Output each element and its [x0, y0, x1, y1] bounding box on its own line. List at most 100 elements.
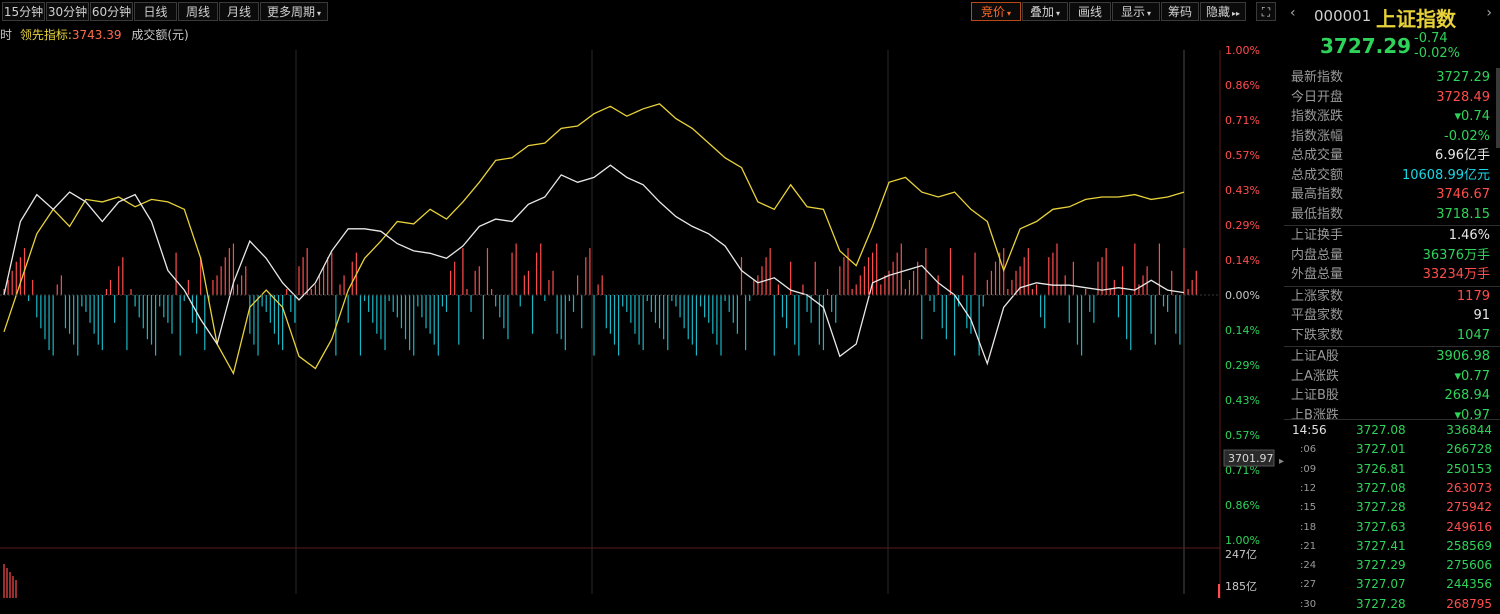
stat-label: 上证A股 — [1291, 349, 1339, 364]
stat-row: 总成交额 10608.99亿元 — [1284, 166, 1500, 185]
expand-icon[interactable]: ⛶ — [1256, 2, 1276, 21]
tick-time: :21 — [1300, 540, 1317, 552]
stat-row: 上证A股 3906.98 — [1284, 347, 1500, 366]
period-button-label: 更多周期 — [266, 5, 315, 19]
stat-value: ▾0.74 — [1454, 109, 1490, 124]
stat-label: 上证换手 — [1291, 228, 1344, 243]
intraday-chart-area[interactable]: 1.00% 0.86% 0.71% 0.57% 0.43% 0.29% 0.14% 0.00%… — [0, 44, 1280, 598]
stat-value: -0.02% — [1444, 128, 1490, 144]
tick-row: :15 3727.28 275942 — [1284, 498, 1500, 517]
legend-indicator-value: 3743.39 — [71, 28, 122, 42]
y-tick-label: 0.29% — [1225, 359, 1260, 372]
stat-row: 上证B股 268.94 — [1284, 386, 1500, 405]
tick-price: 3727.07 — [1356, 577, 1406, 592]
tool-button-label: 筹码 — [1167, 5, 1192, 19]
stat-value: 1179 — [1456, 288, 1490, 304]
period-button-2[interactable]: 60分钟 — [90, 2, 133, 21]
price-block: 3727.29 -0.74 -0.02% — [1284, 30, 1500, 64]
chevron-down-icon: ▾ — [1056, 9, 1061, 18]
y-tick-label: 0.43% — [1225, 394, 1260, 407]
period-button-6[interactable]: 更多周期 ▾ — [260, 2, 328, 21]
quote-panel: ‹ 000001 上证指数 › 3727.29 -0.74 -0.02% 最新指… — [1284, 0, 1500, 611]
tick-row: 14:56 3727.08 336844 — [1284, 421, 1500, 440]
tick-row: :12 3727.08 263073 — [1284, 479, 1500, 498]
stat-row: 最低指数 3718.15 — [1284, 205, 1500, 224]
stat-label: 上A涨跌 — [1291, 368, 1339, 384]
tick-row: :18 3727.63 249616 — [1284, 518, 1500, 537]
tool-button-0[interactable]: 竞价 ▾ — [971, 2, 1021, 21]
stat-label: 上证B股 — [1291, 388, 1339, 403]
current-price: 3727.29 — [1320, 34, 1412, 58]
tick-row: :06 3727.01 266728 — [1284, 440, 1500, 459]
panel-header: ‹ 000001 上证指数 › — [1284, 0, 1500, 31]
period-button-label: 日线 — [143, 5, 168, 19]
period-button-0[interactable]: 15分钟 — [2, 2, 45, 21]
stat-value: 10608.99亿元 — [1401, 167, 1490, 183]
period-button-3[interactable]: 日线 — [134, 2, 177, 21]
stat-row: 今日开盘 3728.49 — [1284, 88, 1500, 107]
tick-volume: 263073 — [1446, 480, 1492, 495]
tool-button-label: 竞价 — [980, 5, 1005, 19]
stat-value: 6.96亿手 — [1435, 148, 1490, 163]
period-button-label: 15分钟 — [3, 5, 44, 19]
stat-row: 最新指数 3727.29 — [1284, 68, 1500, 87]
stat-label: 上涨家数 — [1291, 288, 1344, 304]
panel-collapse-handle[interactable]: ▸ — [1279, 452, 1285, 472]
tick-price: 3726.81 — [1356, 461, 1406, 476]
tick-volume: 244356 — [1446, 577, 1492, 592]
tick-time: 14:56 — [1292, 423, 1327, 437]
stat-value: 33234万手 — [1422, 267, 1490, 282]
tool-button-4[interactable]: 筹码 — [1161, 2, 1199, 21]
tick-volume: 250153 — [1446, 461, 1492, 476]
tick-time: :27 — [1300, 579, 1317, 591]
stat-value: 3906.98 — [1436, 349, 1490, 364]
stat-label: 外盘总量 — [1291, 267, 1344, 282]
stat-label: 最新指数 — [1291, 70, 1344, 85]
tick-volume: 249616 — [1446, 519, 1492, 534]
tick-volume: 266728 — [1446, 442, 1492, 457]
intraday-chart[interactable]: 1.00% 0.86% 0.71% 0.57% 0.43% 0.29% 0.14% 0.00%… — [0, 44, 1280, 598]
price-change-pct: -0.02% — [1414, 46, 1460, 61]
stat-row: 上A涨跌 ▾0.77 — [1284, 367, 1500, 386]
price-change: -0.74 — [1414, 31, 1448, 46]
tick-volume: 275606 — [1446, 558, 1492, 573]
stat-row: 最高指数 3746.67 — [1284, 185, 1500, 204]
prev-arrow-icon[interactable]: ‹ — [1290, 5, 1296, 21]
stat-row: 平盘家数 91 — [1284, 306, 1500, 325]
period-button-label: 30分钟 — [47, 5, 88, 19]
tick-volume: 336844 — [1446, 423, 1492, 437]
volume-axis-label: 185亿 — [1225, 580, 1257, 593]
tick-volume: 258569 — [1446, 538, 1492, 553]
stat-label: 内盘总量 — [1291, 247, 1344, 263]
stat-label: 平盘家数 — [1291, 308, 1344, 323]
tick-time: :24 — [1300, 560, 1317, 572]
y-tick-label: 0.43% — [1225, 184, 1260, 197]
stat-value: 1.46% — [1448, 228, 1490, 243]
index-code: 000001 — [1314, 7, 1372, 25]
tool-button-2[interactable]: 画线 — [1069, 2, 1111, 21]
y-tick-label: 0.71% — [1225, 114, 1260, 127]
stat-value: 3746.67 — [1436, 187, 1490, 202]
panel-scrollbar[interactable] — [1496, 68, 1500, 148]
y-tick-label: 0.29% — [1225, 219, 1260, 232]
stat-label: 指数涨幅 — [1291, 128, 1344, 144]
stat-row: 总成交量 6.96亿手 — [1284, 146, 1500, 165]
period-button-1[interactable]: 30分钟 — [46, 2, 89, 21]
tool-button-3[interactable]: 显示 ▾ — [1112, 2, 1160, 21]
tool-button-5[interactable]: 隐藏 ▸▸ — [1200, 2, 1246, 21]
period-button-5[interactable]: 月线 — [219, 2, 259, 21]
period-button-4[interactable]: 周线 — [178, 2, 218, 21]
y-tick-label: 0.86% — [1225, 499, 1260, 512]
tick-price: 3727.63 — [1356, 519, 1406, 534]
next-arrow-icon[interactable]: › — [1486, 5, 1492, 21]
tool-button-1[interactable]: 叠加 ▾ — [1022, 2, 1068, 21]
stat-row: 指数涨幅 -0.02% — [1284, 127, 1500, 146]
tool-button-label: 显示 — [1120, 5, 1145, 19]
y-tick-label: 0.00% — [1225, 289, 1260, 302]
stat-label: 最低指数 — [1291, 206, 1344, 222]
stat-label: 总成交量 — [1291, 148, 1344, 163]
tick-price: 3727.41 — [1356, 538, 1406, 553]
stat-label: 总成交额 — [1291, 167, 1344, 183]
tick-time: :06 — [1300, 444, 1317, 456]
tick-time: :18 — [1300, 521, 1317, 533]
